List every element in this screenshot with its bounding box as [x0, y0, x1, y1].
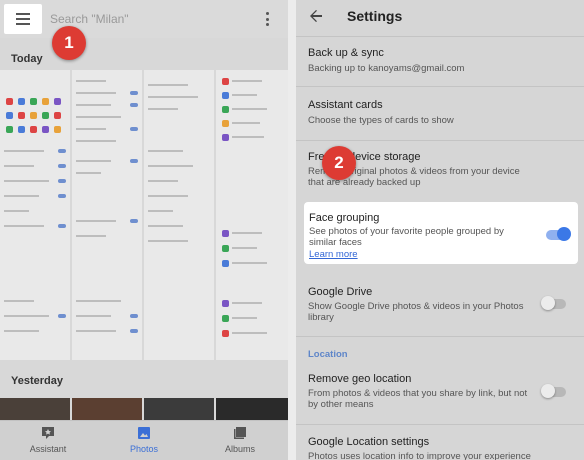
- photo-thumbnail[interactable]: [144, 398, 214, 420]
- setting-subtitle: Photos uses location info to improve you…: [308, 451, 531, 460]
- photo-thumbnail[interactable]: [216, 398, 288, 420]
- albums-icon: [234, 427, 246, 439]
- screenshot-thumbnail[interactable]: [216, 70, 288, 360]
- nav-assistant-label: Assistant: [29, 444, 67, 454]
- setting-title: Assistant cards: [308, 99, 383, 111]
- photos-icon: [138, 427, 150, 439]
- photo-thumbnail[interactable]: [72, 398, 142, 420]
- section-location-header: Location: [308, 349, 348, 360]
- step-badge-2: 2: [322, 146, 356, 180]
- setting-title: Remove geo location: [308, 373, 412, 385]
- screenshot-thumbnail[interactable]: [144, 70, 214, 360]
- setting-title: Google Drive: [308, 286, 373, 298]
- assistant-icon: [42, 427, 54, 439]
- learn-more-link[interactable]: Learn more: [309, 249, 358, 260]
- setting-assistant-cards[interactable]: Assistant cards Choose the types of card…: [296, 86, 584, 138]
- setting-subtitle: Choose the types of cards to show: [308, 115, 454, 126]
- setting-subtitle: See photos of your favorite people group…: [309, 226, 504, 248]
- section-today-label: Today: [11, 53, 43, 65]
- setting-subtitle: Backing up to kanoyams@gmail.com: [308, 63, 465, 74]
- google-drive-toggle[interactable]: [541, 296, 566, 310]
- photo-grid-yesterday: [0, 398, 288, 420]
- settings-panel: Settings Back up & sync Backing up to ka…: [296, 0, 584, 460]
- photo-grid-today: [0, 70, 288, 362]
- bottom-navigation: Assistant Photos Albums: [0, 420, 288, 460]
- screenshot-thumbnail[interactable]: [72, 70, 142, 360]
- nav-albums[interactable]: Albums: [200, 421, 280, 460]
- photo-thumbnail[interactable]: [0, 398, 70, 420]
- setting-google-drive[interactable]: Google Drive Show Google Drive photos & …: [296, 276, 584, 330]
- setting-subtitle: From photos & videos that you share by l…: [308, 388, 528, 410]
- step-badge-1: 1: [52, 26, 86, 60]
- nav-assistant[interactable]: Assistant: [8, 421, 88, 460]
- nav-photos-label: Photos: [129, 444, 159, 454]
- remove-geo-toggle[interactable]: [541, 384, 566, 398]
- setting-subtitle: Show Google Drive photos & videos in you…: [308, 301, 524, 323]
- photos-app-panel: Search "Milan" 1 Today Yesterday Assista…: [0, 0, 288, 460]
- nav-photos[interactable]: Photos: [104, 421, 184, 460]
- face-grouping-toggle[interactable]: [546, 227, 571, 241]
- panel-divider: [288, 0, 296, 460]
- setting-google-location[interactable]: Google Location settings Photos uses loc…: [296, 424, 584, 460]
- screenshot-thumbnail[interactable]: [0, 70, 70, 360]
- setting-title: Back up & sync: [308, 47, 384, 59]
- setting-remove-geo-location[interactable]: Remove geo location From photos & videos…: [296, 366, 584, 420]
- nav-albums-label: Albums: [224, 444, 255, 454]
- photos-search-bar: Search "Milan": [0, 0, 288, 38]
- setting-face-grouping[interactable]: Face grouping See photos of your favorit…: [304, 202, 578, 264]
- more-vert-icon[interactable]: [264, 12, 270, 26]
- page-title: Settings: [347, 8, 403, 24]
- setting-back-up-sync[interactable]: Back up & sync Backing up to kanoyams@gm…: [296, 36, 584, 84]
- section-yesterday-label: Yesterday: [11, 375, 63, 387]
- hamburger-menu-icon[interactable]: [4, 4, 42, 34]
- back-arrow-icon[interactable]: [308, 8, 324, 24]
- setting-title: Face grouping: [309, 212, 380, 224]
- setting-title: Google Location settings: [308, 436, 430, 448]
- settings-app-bar: Settings: [296, 0, 584, 32]
- search-input[interactable]: Search "Milan": [50, 12, 129, 26]
